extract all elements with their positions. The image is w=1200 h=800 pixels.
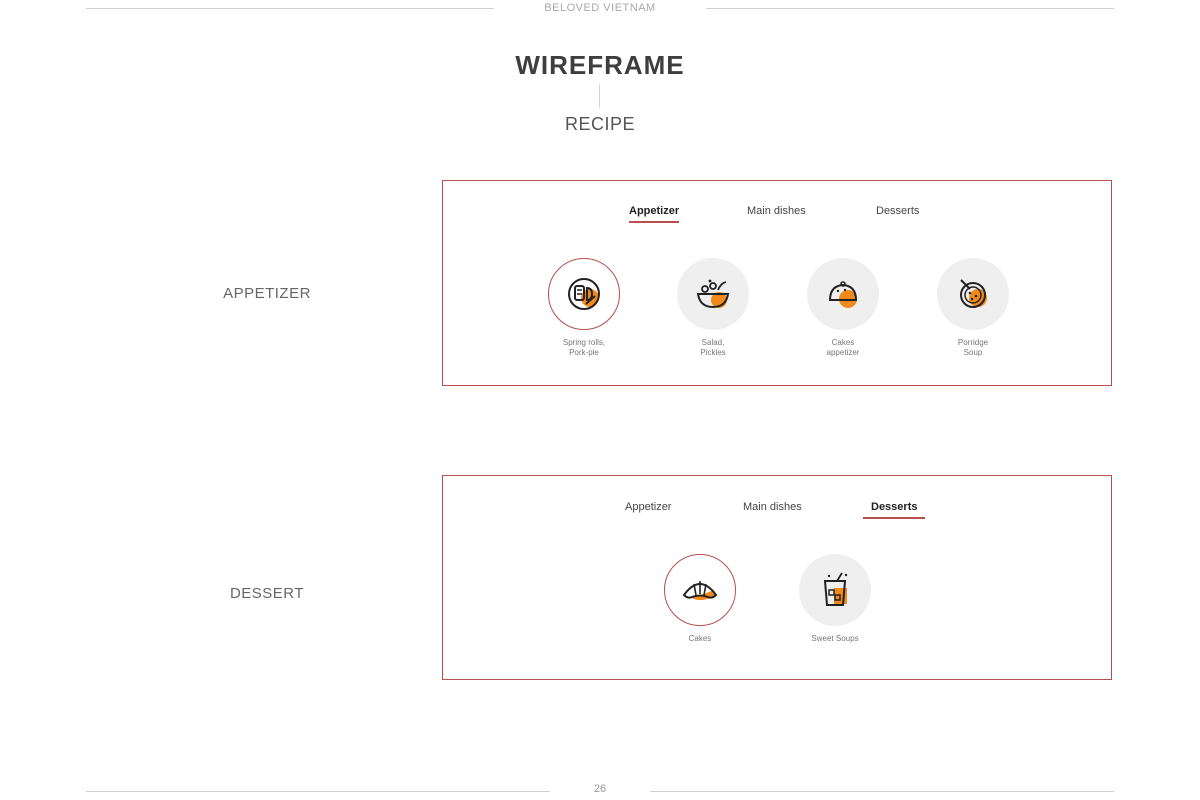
menu-item-cakes-appetizer[interactable]: Cakes appetizer: [783, 258, 903, 358]
page-subtitle: RECIPE: [564, 114, 636, 134]
title-connector-line: [599, 84, 600, 108]
menu-item-cakes[interactable]: Cakes: [640, 554, 760, 644]
item-caption-line1: Salad,: [701, 338, 725, 347]
item-caption-line2: Pork-pie: [569, 348, 599, 357]
item-caption-line1: Spring rolls,: [562, 338, 606, 347]
wireframe-dessert: Appetizer Main dishes Desserts Cakes Swe…: [442, 475, 1112, 680]
tab-desserts[interactable]: Desserts: [863, 501, 926, 519]
brand-label: BELOVED VIETNAM: [544, 2, 656, 14]
menu-item-salad[interactable]: Salad, Pickles: [653, 258, 773, 358]
menu-item-sweet-soups[interactable]: Sweet Soups: [775, 554, 895, 644]
item-circle[interactable]: [548, 258, 620, 330]
tab-appetizer[interactable]: Appetizer: [629, 205, 680, 223]
croissant-icon: [682, 581, 718, 601]
menu-item-spring-rolls[interactable]: Spring rolls, Pork-pie: [524, 258, 644, 358]
bottom-divider-right: [650, 791, 1114, 792]
section-label-appetizer: APPETIZER: [223, 285, 311, 302]
item-circle[interactable]: [677, 258, 749, 330]
item-caption-line2: appetizer: [826, 348, 860, 357]
item-circle[interactable]: [799, 554, 871, 626]
item-caption-line2: Pickles: [700, 348, 726, 357]
item-caption-line1: Cakes: [831, 338, 855, 347]
spring-rolls-icon: [568, 278, 600, 310]
wireframe-appetizer: Appetizer Main dishes Desserts Spring ro…: [442, 180, 1112, 386]
page-title: WIREFRAME: [515, 50, 685, 80]
page-number: 26: [593, 783, 607, 795]
item-circle[interactable]: [664, 554, 736, 626]
tab-appetizer[interactable]: Appetizer: [625, 501, 671, 517]
section-label-dessert: DESSERT: [229, 585, 305, 602]
bottom-divider-left: [86, 791, 550, 792]
dumpling-icon: [828, 281, 858, 308]
tab-main-dishes[interactable]: Main dishes: [747, 205, 806, 221]
item-circle[interactable]: [807, 258, 879, 330]
tab-desserts[interactable]: Desserts: [876, 205, 919, 221]
top-divider-right: [706, 8, 1114, 9]
porridge-bowl-icon: [960, 279, 987, 308]
drink-glass-icon: [823, 572, 848, 606]
item-caption-line2: Soup: [963, 348, 983, 357]
top-divider-left: [86, 8, 494, 9]
menu-item-porridge[interactable]: Porridge Soup: [913, 258, 1033, 358]
salad-bowl-icon: [696, 279, 730, 309]
tab-main-dishes[interactable]: Main dishes: [743, 501, 802, 517]
item-caption: Cakes: [688, 634, 712, 643]
item-caption: Sweet Soups: [811, 634, 859, 643]
item-circle[interactable]: [937, 258, 1009, 330]
item-caption-line1: Porridge: [957, 338, 989, 347]
